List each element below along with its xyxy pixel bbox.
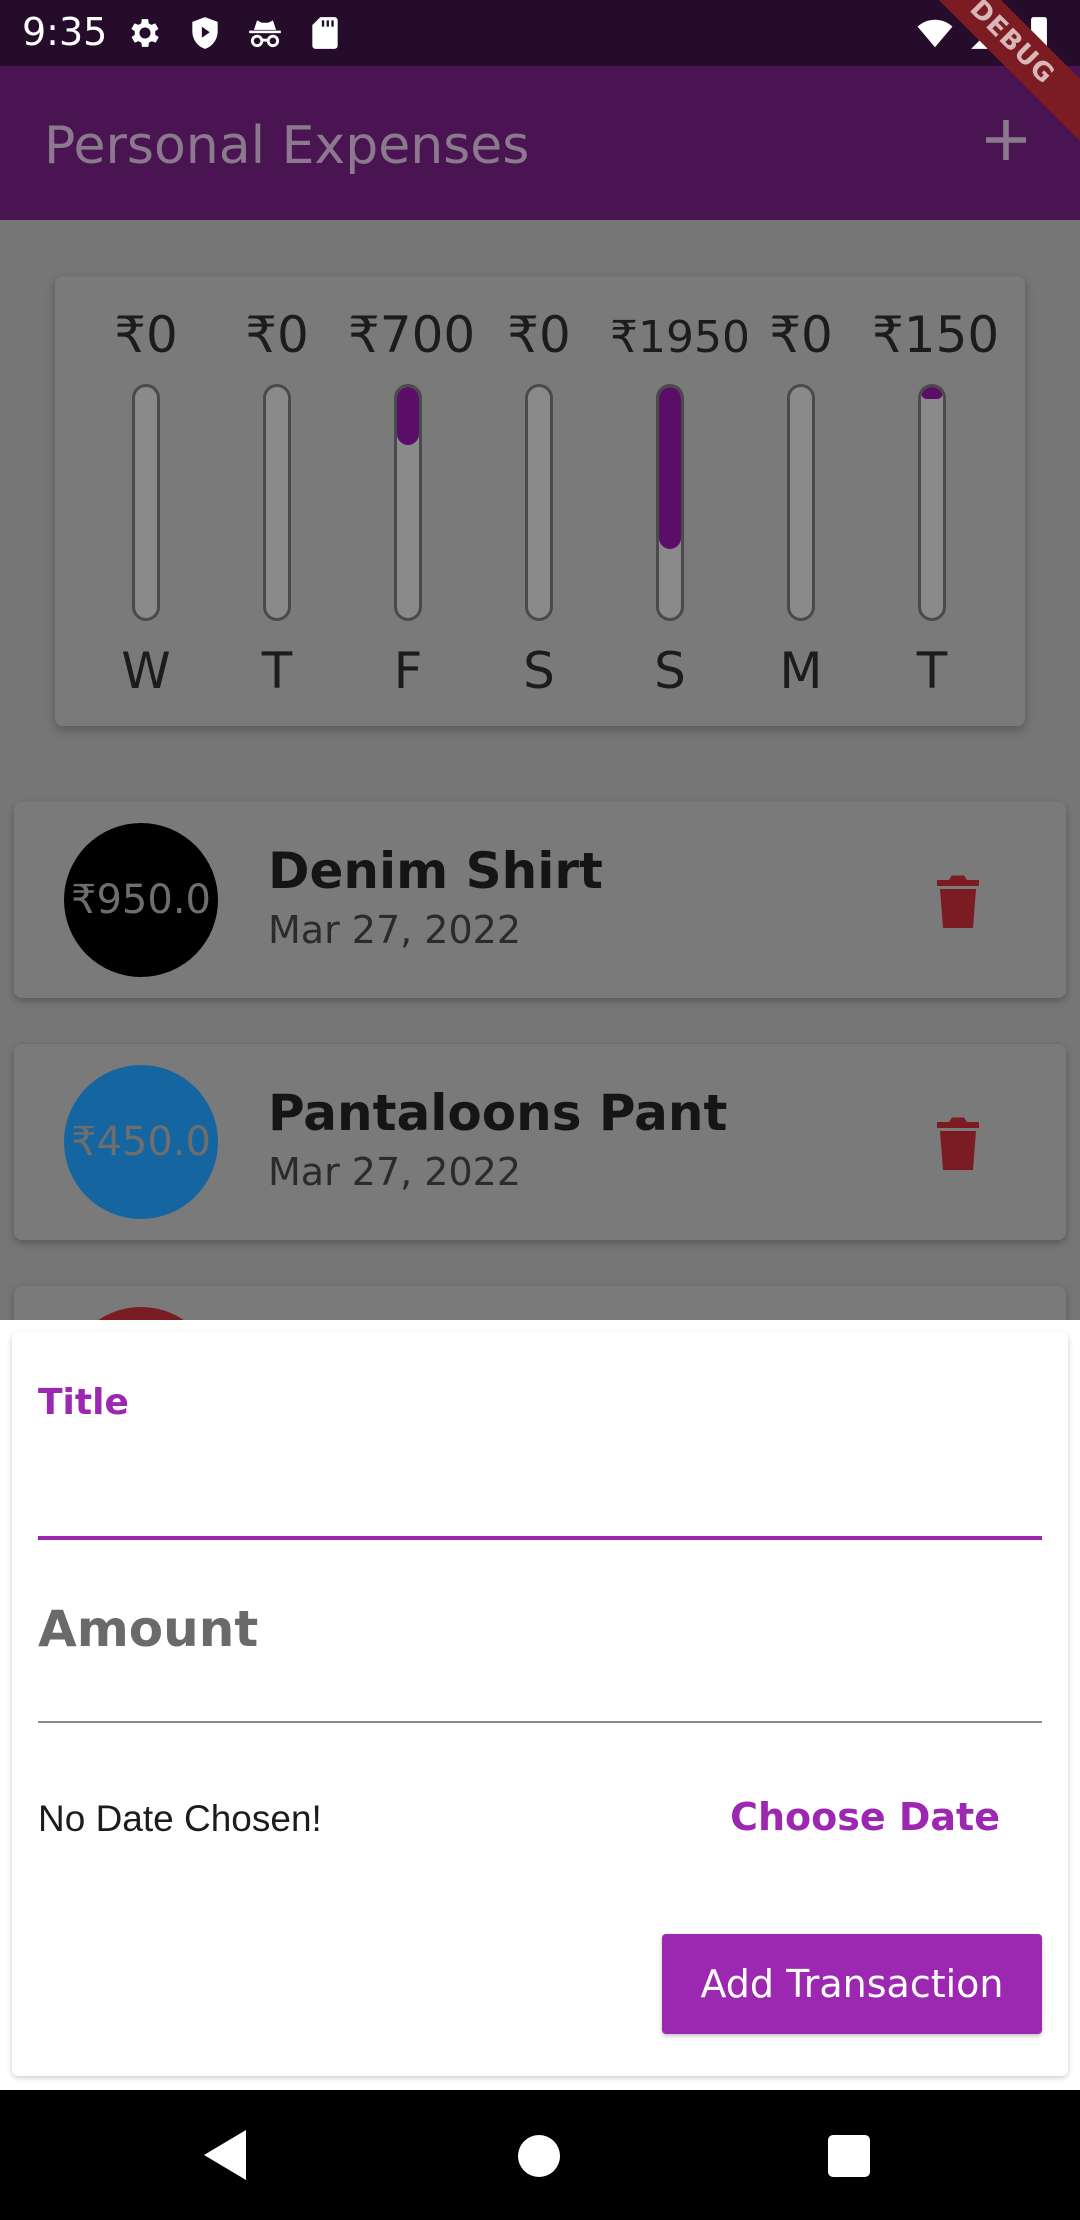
bar-day-label: T <box>916 642 948 700</box>
wifi-icon <box>917 19 953 48</box>
home-icon[interactable] <box>518 2135 560 2177</box>
system-nav-bar <box>0 2090 1080 2220</box>
bar-fill <box>397 387 419 445</box>
transaction-title: Pantaloons Pant <box>268 1084 728 1142</box>
plus-icon[interactable] <box>976 110 1036 170</box>
bar-day-label: S <box>523 642 555 700</box>
bar-day-label: F <box>393 642 423 700</box>
bar-track <box>263 384 291 621</box>
delete-icon[interactable] <box>936 1116 980 1170</box>
chart-bar: ₹150 T <box>872 276 1000 726</box>
chart-bar: ₹1950 S <box>610 276 750 726</box>
bar-track <box>656 384 684 621</box>
sd-card-icon <box>312 17 338 49</box>
bar-day-label: S <box>654 642 686 700</box>
bar-track <box>787 384 815 621</box>
delete-icon[interactable] <box>936 874 980 928</box>
chart-bar: ₹0 T <box>217 276 337 726</box>
status-time: 9:35 <box>22 10 108 54</box>
bar-amount-label: ₹150 <box>872 306 1000 364</box>
status-bar: 9:35 <box>0 0 1080 66</box>
status-icons-left <box>126 14 344 52</box>
app-bar: Personal Expenses <box>0 66 1080 220</box>
add-transaction-button[interactable]: Add Transaction <box>662 1934 1042 2034</box>
amount-field[interactable] <box>38 1592 1042 1720</box>
choose-date-button[interactable]: Choose Date <box>730 1795 1000 1839</box>
transaction-date: Mar 27, 2022 <box>268 1150 521 1194</box>
transaction-card: ₹450.0 Pantaloons Pant Mar 27, 2022 <box>14 1044 1066 1240</box>
bar-amount-label: ₹700 <box>348 306 476 364</box>
bar-amount-label: ₹1950 <box>610 312 750 363</box>
date-status-text: No Date Chosen! <box>38 1798 322 1839</box>
bar-fill <box>659 387 681 549</box>
title-field[interactable] <box>38 1432 1042 1536</box>
chart-bar: ₹0 M <box>741 276 861 726</box>
title-field-label: Title <box>38 1382 129 1423</box>
bar-amount-label: ₹0 <box>245 306 309 364</box>
main-content: ₹0 W ₹0 T ₹700 F ₹0 S ₹1950 S ₹0 M ₹150 T ₹950.0 Deni… <box>0 220 1080 1482</box>
chart-bar: ₹0 W <box>86 276 206 726</box>
bar-track <box>525 384 553 621</box>
new-transaction-form: Title Amount No Date Chosen! Choose Date… <box>12 1332 1068 2076</box>
shield-play-icon <box>192 17 218 49</box>
bar-track <box>918 384 946 621</box>
bar-amount-label: ₹0 <box>769 306 833 364</box>
amount-field-underline <box>38 1721 1042 1723</box>
bar-track <box>132 384 160 621</box>
amount-avatar: ₹950.0 <box>64 823 218 977</box>
bar-day-label: W <box>121 642 171 700</box>
bar-amount-label: ₹0 <box>114 306 178 364</box>
bar-day-label: T <box>261 642 293 700</box>
bar-track <box>394 384 422 621</box>
chart-bar: ₹0 S <box>479 276 599 726</box>
transaction-title: Denim Shirt <box>268 842 603 900</box>
bar-amount-label: ₹0 <box>507 306 571 364</box>
transaction-card: ₹950.0 Denim Shirt Mar 27, 2022 <box>14 802 1066 998</box>
title-field-underline <box>38 1536 1042 1540</box>
transaction-date: Mar 27, 2022 <box>268 908 521 952</box>
bar-day-label: M <box>779 642 823 700</box>
gear-icon <box>131 19 159 47</box>
recents-icon[interactable] <box>828 2135 870 2177</box>
app-title: Personal Expenses <box>44 116 530 176</box>
back-icon[interactable] <box>202 2128 250 2182</box>
incognito-icon <box>249 20 281 48</box>
bar-fill <box>921 387 943 399</box>
amount-avatar: ₹450.0 <box>64 1065 218 1219</box>
chart-bar: ₹700 F <box>348 276 476 726</box>
weekly-chart: ₹0 W ₹0 T ₹700 F ₹0 S ₹1950 S ₹0 M ₹150 T <box>55 276 1025 726</box>
